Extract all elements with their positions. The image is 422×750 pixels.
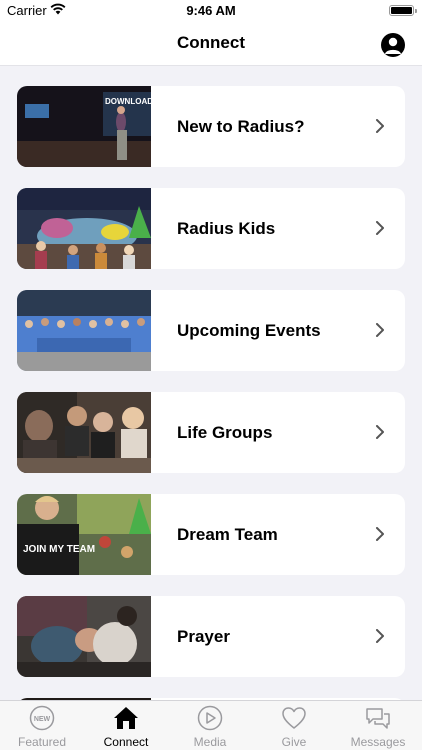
tab-label: Messages xyxy=(350,735,406,749)
item-label: Upcoming Events xyxy=(177,321,321,340)
list-item-prayer[interactable]: Prayer xyxy=(17,596,405,677)
tab-give[interactable]: Give xyxy=(252,701,336,750)
chevron-right-icon xyxy=(376,323,384,337)
chat-bubbles-icon xyxy=(366,708,390,729)
person-icon xyxy=(385,37,401,54)
new-badge-icon: NEW xyxy=(29,705,55,731)
status-time: 9:46 AM xyxy=(186,3,236,18)
tab-label: Media xyxy=(193,735,227,749)
dream-team-thumbnail: JOIN MY TEAM xyxy=(17,494,151,575)
connect-list: DOWNLOAD OUR APP! New to Radius? Rad xyxy=(0,66,422,700)
chevron-right-icon xyxy=(376,119,384,133)
thumb-overlay-text: DOWNLOAD OUR APP! xyxy=(105,97,151,106)
play-icon xyxy=(197,705,223,731)
chevron-right-icon xyxy=(376,629,384,643)
tab-connect[interactable]: Connect xyxy=(84,701,168,750)
new-to-radius-thumbnail: DOWNLOAD OUR APP! xyxy=(17,86,151,167)
item-label: Dream Team xyxy=(177,525,278,544)
tab-messages[interactable]: Messages xyxy=(336,701,420,750)
thumb-overlay-text: JOIN MY TEAM xyxy=(23,544,95,555)
chevron-right-icon xyxy=(376,425,384,439)
tab-label: Connect xyxy=(103,735,149,749)
tab-media[interactable]: Media xyxy=(168,701,252,750)
item-label: New to Radius? xyxy=(177,117,305,136)
battery-icon xyxy=(389,5,417,16)
item-label: Radius Kids xyxy=(177,219,276,238)
tab-featured[interactable]: NEW Featured xyxy=(0,701,84,750)
page-title: Connect xyxy=(177,33,245,52)
tab-label: Give xyxy=(281,735,307,749)
list-item-new-to-radius[interactable]: DOWNLOAD OUR APP! New to Radius? xyxy=(17,86,405,167)
list-item-upcoming-events[interactable]: Upcoming Events xyxy=(17,290,405,371)
status-bar: Carrier 9:46 AM xyxy=(0,0,422,22)
item-label: Prayer xyxy=(177,627,230,646)
svg-text:NEW: NEW xyxy=(34,716,51,723)
list-item-radius-kids[interactable]: Radius Kids xyxy=(17,188,405,269)
profile-button[interactable] xyxy=(381,33,405,57)
radius-kids-thumbnail xyxy=(17,188,151,269)
heart-icon xyxy=(282,707,306,729)
tab-bar: NEW Featured Connect Media Give Messages xyxy=(0,700,422,750)
chevron-right-icon xyxy=(376,527,384,541)
list-item-life-groups[interactable]: Life Groups xyxy=(17,392,405,473)
chevron-right-icon xyxy=(376,221,384,235)
tab-label: Featured xyxy=(17,735,67,749)
home-icon xyxy=(114,707,138,729)
list-item-dream-team[interactable]: JOIN MY TEAM Dream Team xyxy=(17,494,405,575)
navigation-bar: Connect xyxy=(0,22,422,66)
item-label: Life Groups xyxy=(177,423,273,442)
upcoming-events-thumbnail xyxy=(17,290,151,371)
prayer-thumbnail xyxy=(17,596,151,677)
life-groups-thumbnail xyxy=(17,392,151,473)
